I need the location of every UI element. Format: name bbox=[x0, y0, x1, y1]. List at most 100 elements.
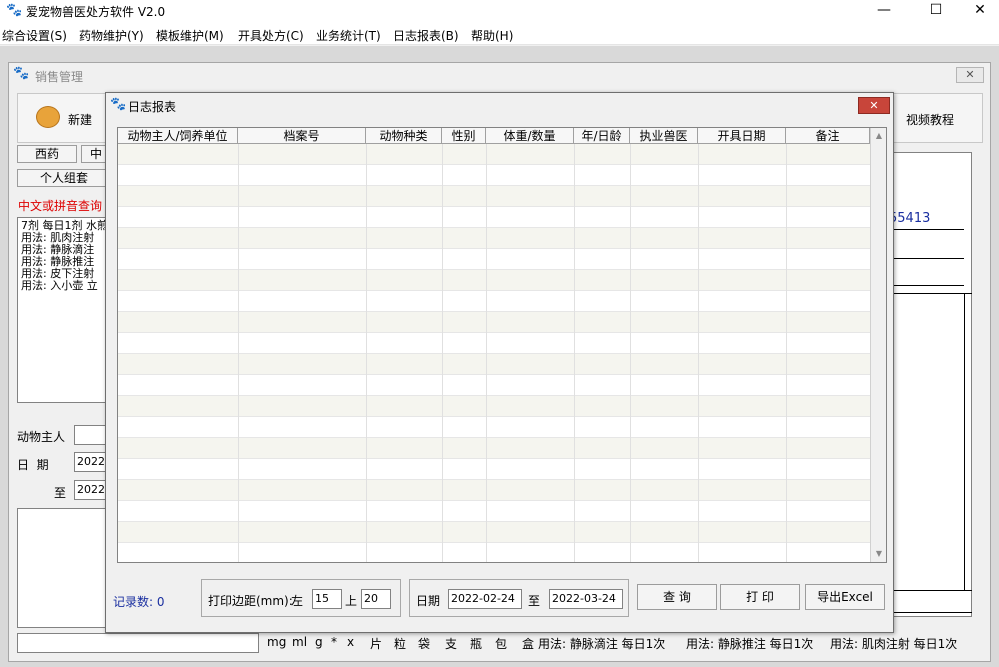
top-margin-input[interactable]: 20 bbox=[361, 589, 391, 609]
menu-log-report[interactable]: 日志报表(B) bbox=[393, 27, 459, 44]
vertical-scrollbar[interactable]: ▲ ▼ bbox=[870, 128, 886, 562]
record-count-value: 0 bbox=[156, 595, 165, 609]
table-row[interactable] bbox=[118, 291, 870, 312]
column-divider bbox=[366, 144, 367, 562]
column-divider bbox=[486, 144, 487, 562]
shortcut-iv-drip[interactable]: 用法: 静脉滴注 每日1次 bbox=[538, 635, 665, 652]
unit-pack[interactable]: 包 bbox=[495, 635, 507, 652]
table-row[interactable] bbox=[118, 249, 870, 270]
record-count: 记录数: 0 bbox=[113, 593, 165, 610]
unit-pill[interactable]: 粒 bbox=[394, 635, 406, 652]
unit-ml[interactable]: ml bbox=[292, 635, 307, 649]
close-button[interactable]: ✕ bbox=[957, 0, 999, 23]
column-divider bbox=[442, 144, 443, 562]
date-from-input[interactable]: 2022-02-24 bbox=[448, 589, 522, 609]
table-row[interactable] bbox=[118, 480, 870, 501]
list-item[interactable]: 用法: 入小壶 立 bbox=[21, 280, 112, 292]
table-row[interactable] bbox=[118, 438, 870, 459]
col-species[interactable]: 动物种类 bbox=[366, 128, 442, 144]
menu-business-stats[interactable]: 业务统计(T) bbox=[316, 27, 381, 44]
table-row[interactable] bbox=[118, 207, 870, 228]
divider bbox=[964, 293, 965, 590]
shortcut-im-injection[interactable]: 用法: 肌肉注射 每日1次 bbox=[830, 635, 957, 652]
menu-template-maintenance[interactable]: 模板维护(M) bbox=[156, 27, 224, 44]
menu-settings[interactable]: 综合设置(S) bbox=[2, 27, 67, 44]
table-row[interactable] bbox=[118, 270, 870, 291]
menu-help[interactable]: 帮助(H) bbox=[471, 27, 513, 44]
unit-tablet[interactable]: 片 bbox=[370, 635, 382, 652]
date-range-group: 日期 2022-02-24 至 2022-03-24 bbox=[409, 579, 629, 617]
menu-drug-maintenance[interactable]: 药物维护(Y) bbox=[79, 27, 144, 44]
unit-bag[interactable]: 袋 bbox=[418, 635, 430, 652]
shortcut-iv-push[interactable]: 用法: 静脉推注 每日1次 bbox=[686, 635, 813, 652]
print-margin-group: 打印边距(mm): 左 15 上 20 bbox=[201, 579, 401, 617]
cat-icon: 🐾 bbox=[13, 66, 30, 81]
table-row[interactable] bbox=[118, 417, 870, 438]
table-row[interactable] bbox=[118, 459, 870, 480]
scroll-down-icon[interactable]: ▼ bbox=[871, 546, 886, 562]
menu-prescription[interactable]: 开具处方(C) bbox=[238, 27, 304, 44]
table-row[interactable] bbox=[118, 522, 870, 543]
date-to-label: 至 bbox=[528, 594, 541, 608]
table-row[interactable] bbox=[118, 333, 870, 354]
new-button-label: 新建 bbox=[68, 113, 93, 127]
bottom-input[interactable] bbox=[17, 633, 259, 653]
log-dialog-titlebar: 🐾 日志报表 ✕ bbox=[106, 93, 893, 117]
prescription-preview: 55413 bbox=[887, 152, 972, 617]
tab-personal-set[interactable]: 个人组套 bbox=[17, 169, 111, 187]
log-table[interactable]: 动物主人/饲养单位 档案号 动物种类 性别 体重/数量 年/日龄 执业兽医 开具… bbox=[117, 127, 887, 563]
col-weight[interactable]: 体重/数量 bbox=[486, 128, 574, 144]
column-divider bbox=[630, 144, 631, 562]
table-row[interactable] bbox=[118, 375, 870, 396]
col-file-no[interactable]: 档案号 bbox=[238, 128, 366, 144]
scroll-up-icon[interactable]: ▲ bbox=[871, 128, 886, 144]
table-row[interactable] bbox=[118, 396, 870, 417]
col-owner[interactable]: 动物主人/饲养单位 bbox=[118, 128, 238, 144]
export-excel-button[interactable]: 导出Excel bbox=[805, 584, 885, 610]
table-row[interactable] bbox=[118, 354, 870, 375]
tab-western-medicine[interactable]: 西药 bbox=[17, 145, 77, 163]
maximize-button[interactable]: ☐ bbox=[913, 0, 959, 23]
col-notes[interactable]: 备注 bbox=[786, 128, 870, 144]
log-close-button[interactable]: ✕ bbox=[858, 97, 890, 114]
unit-star[interactable]: * bbox=[331, 635, 337, 649]
sales-close-button[interactable]: ✕ bbox=[956, 67, 984, 83]
unit-mg[interactable]: mg bbox=[267, 635, 286, 649]
template-list[interactable]: 7剂 每日1剂 水煎 用法: 肌肉注射 用法: 静脉滴注 用法: 静脉推注 用法… bbox=[17, 217, 113, 403]
left-margin-input[interactable]: 15 bbox=[312, 589, 342, 609]
unit-bottle[interactable]: 瓶 bbox=[470, 635, 482, 652]
query-button[interactable]: 查 询 bbox=[637, 584, 717, 610]
table-row[interactable] bbox=[118, 501, 870, 522]
table-row[interactable] bbox=[118, 543, 870, 562]
new-button[interactable]: 新建 bbox=[26, 100, 106, 136]
app-logo-icon: 🐾 bbox=[6, 3, 23, 18]
unit-shortcut-bar: mg ml g * x 片 粒 袋 支 瓶 包 盒 用法: 静脉滴注 每日1次 … bbox=[263, 631, 999, 653]
table-row[interactable] bbox=[118, 186, 870, 207]
unit-box[interactable]: 盒 bbox=[522, 635, 534, 652]
unit-g[interactable]: g bbox=[315, 635, 323, 649]
col-vet[interactable]: 执业兽医 bbox=[630, 128, 698, 144]
record-count-label: 记录数: bbox=[113, 595, 154, 609]
print-button[interactable]: 打 印 bbox=[720, 584, 800, 610]
top-margin-label: 上 bbox=[345, 594, 358, 608]
column-divider bbox=[698, 144, 699, 562]
print-margin-label: 打印边距(mm): bbox=[208, 594, 293, 608]
table-row[interactable] bbox=[118, 312, 870, 333]
unit-stick[interactable]: 支 bbox=[445, 635, 457, 652]
col-date[interactable]: 开具日期 bbox=[698, 128, 786, 144]
unit-x[interactable]: x bbox=[347, 635, 354, 649]
log-report-dialog: 🐾 日志报表 ✕ 动物主人/饲养单位 档案号 动物种类 性别 体重/数量 年/日… bbox=[105, 92, 894, 633]
col-age[interactable]: 年/日龄 bbox=[574, 128, 630, 144]
date-to-input[interactable]: 2022-03-24 bbox=[549, 589, 623, 609]
divider bbox=[887, 590, 972, 591]
video-tutorial-button[interactable]: 视频教程 bbox=[906, 111, 954, 128]
sales-window-title: 销售管理 bbox=[35, 70, 84, 84]
table-row[interactable] bbox=[118, 165, 870, 186]
minimize-button[interactable]: — bbox=[861, 0, 907, 23]
table-row[interactable] bbox=[118, 144, 870, 165]
left-margin-label: 左 bbox=[291, 594, 304, 608]
record-list[interactable] bbox=[17, 508, 113, 628]
pig-icon bbox=[36, 106, 60, 128]
col-sex[interactable]: 性别 bbox=[442, 128, 486, 144]
table-row[interactable] bbox=[118, 228, 870, 249]
